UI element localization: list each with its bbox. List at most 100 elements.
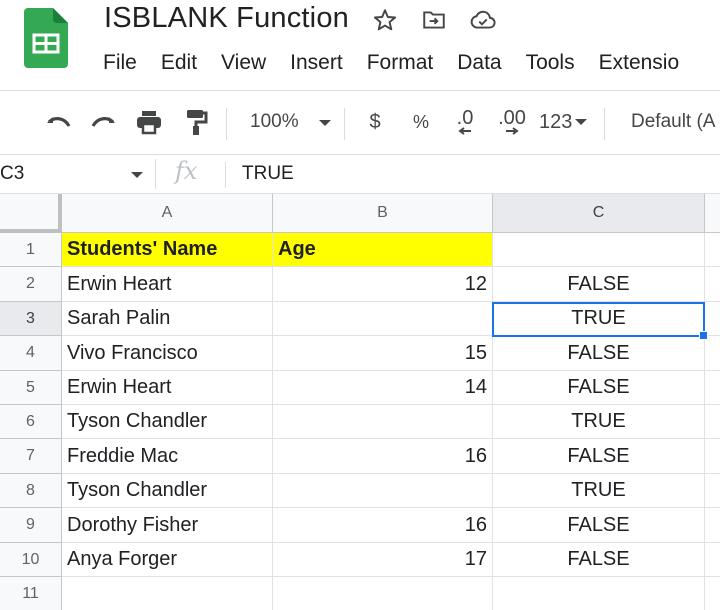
arrow-right-icon	[506, 127, 519, 135]
cell-a3[interactable]: Sarah Palin	[62, 302, 273, 336]
cell-d5[interactable]	[705, 371, 720, 405]
cell-c5[interactable]: FALSE	[493, 371, 705, 405]
cell-c10[interactable]: FALSE	[493, 543, 705, 577]
cloud-saved-icon[interactable]	[469, 6, 497, 34]
cell-a5[interactable]: Erwin Heart	[62, 371, 273, 405]
cell-d2[interactable]	[705, 267, 720, 302]
row-header[interactable]: 11	[0, 577, 62, 610]
cell-c6[interactable]: TRUE	[493, 405, 705, 439]
toolbar-divider	[344, 108, 345, 140]
paint-format-button[interactable]	[180, 105, 212, 139]
cell-b2[interactable]: 12	[273, 267, 493, 302]
menu-view[interactable]: View	[221, 51, 266, 75]
cell-b4[interactable]: 15	[273, 336, 493, 371]
decrease-decimal-button[interactable]: .0	[448, 105, 482, 139]
cell-c3[interactable]: TRUE	[493, 302, 705, 336]
column-header-d[interactable]	[705, 194, 720, 233]
menu-extensions[interactable]: Extensio	[599, 51, 680, 75]
toolbar-divider	[226, 108, 227, 140]
cell-a10[interactable]: Anya Forger	[62, 543, 273, 577]
cell-a2[interactable]: Erwin Heart	[62, 267, 273, 302]
cell-a8[interactable]: Tyson Chandler	[62, 474, 273, 508]
cell-d11[interactable]	[705, 577, 720, 610]
row-header[interactable]: 1	[0, 233, 62, 267]
divider	[225, 162, 226, 188]
menu-bar: File Edit View Insert Format Data Tools …	[103, 51, 703, 75]
cell-a9[interactable]: Dorothy Fisher	[62, 508, 273, 543]
select-all-corner[interactable]	[0, 194, 62, 233]
row-header[interactable]: 4	[0, 336, 62, 371]
cell-b8[interactable]	[273, 474, 493, 508]
cell-c2[interactable]: FALSE	[493, 267, 705, 302]
increase-decimal-button[interactable]: .00	[494, 105, 530, 139]
cell-b6[interactable]	[273, 405, 493, 439]
row-header[interactable]: 5	[0, 371, 62, 405]
cell-a4[interactable]: Vivo Francisco	[62, 336, 273, 371]
cell-d7[interactable]	[705, 439, 720, 474]
menu-format[interactable]: Format	[367, 51, 434, 75]
name-box[interactable]: C3	[0, 163, 24, 185]
cell-a1[interactable]: Students' Name	[62, 233, 273, 267]
column-header-c[interactable]: C	[493, 194, 705, 233]
redo-button[interactable]	[88, 105, 120, 139]
cell-b1[interactable]: Age	[273, 233, 493, 267]
toolbar: 100% $ % .0 .00 123 Default (A	[0, 91, 720, 155]
cell-b3[interactable]	[273, 302, 493, 336]
decrease-decimal-label: .0	[456, 107, 474, 129]
column-header-b[interactable]: B	[273, 194, 493, 233]
cell-b7[interactable]: 16	[273, 439, 493, 474]
row-header[interactable]: 10	[0, 543, 62, 577]
cell-d1[interactable]	[705, 233, 720, 267]
sheets-logo[interactable]	[24, 8, 68, 68]
row-header[interactable]: 8	[0, 474, 62, 508]
more-formats-label: 123	[539, 110, 573, 133]
cell-d9[interactable]	[705, 508, 720, 543]
chevron-down-icon	[319, 120, 331, 126]
cell-d6[interactable]	[705, 405, 720, 439]
formula-input[interactable]: TRUE	[242, 163, 294, 185]
row-header[interactable]: 2	[0, 267, 62, 302]
arrow-left-icon	[458, 127, 471, 135]
row-header[interactable]: 3	[0, 302, 62, 336]
print-button[interactable]	[133, 105, 165, 139]
percent-button[interactable]: %	[408, 105, 434, 139]
cell-b5[interactable]: 14	[273, 371, 493, 405]
font-select[interactable]: Default (A	[631, 105, 720, 139]
fx-icon: fx	[175, 157, 198, 185]
menu-edit[interactable]: Edit	[161, 51, 197, 75]
spreadsheet-grid: A B C 1 Students' Name Age 2 Erwin Heart 12 FA…	[0, 193, 720, 610]
row-header[interactable]: 6	[0, 405, 62, 439]
menu-insert[interactable]: Insert	[290, 51, 343, 75]
cell-c7[interactable]: FALSE	[493, 439, 705, 474]
cell-d8[interactable]	[705, 474, 720, 508]
move-to-folder-icon[interactable]	[420, 6, 448, 34]
menu-data[interactable]: Data	[457, 51, 501, 75]
cell-c4[interactable]: FALSE	[493, 336, 705, 371]
chevron-down-icon	[575, 119, 588, 125]
menu-file[interactable]: File	[103, 51, 137, 75]
cell-c1[interactable]	[493, 233, 705, 267]
cell-c9[interactable]: FALSE	[493, 508, 705, 543]
row-header[interactable]: 7	[0, 439, 62, 474]
cell-c8[interactable]: TRUE	[493, 474, 705, 508]
chevron-down-icon[interactable]	[131, 172, 143, 178]
document-title[interactable]: ISBLANK Function	[104, 2, 349, 35]
fill-handle[interactable]	[699, 331, 708, 340]
cell-b9[interactable]: 16	[273, 508, 493, 543]
star-icon[interactable]	[371, 6, 399, 34]
cell-d4[interactable]	[705, 336, 720, 371]
cell-a7[interactable]: Freddie Mac	[62, 439, 273, 474]
row-header[interactable]: 9	[0, 508, 62, 543]
menu-tools[interactable]: Tools	[526, 51, 575, 75]
cell-b10[interactable]: 17	[273, 543, 493, 577]
zoom-select[interactable]: 100%	[240, 105, 342, 139]
more-formats-button[interactable]: 123	[539, 105, 595, 139]
cell-c11[interactable]	[493, 577, 705, 610]
cell-d10[interactable]	[705, 543, 720, 577]
currency-button[interactable]: $	[362, 105, 388, 139]
cell-a6[interactable]: Tyson Chandler	[62, 405, 273, 439]
undo-button[interactable]	[42, 105, 74, 139]
cell-b11[interactable]	[273, 577, 493, 610]
cell-a11[interactable]	[62, 577, 273, 610]
column-header-a[interactable]: A	[62, 194, 273, 233]
